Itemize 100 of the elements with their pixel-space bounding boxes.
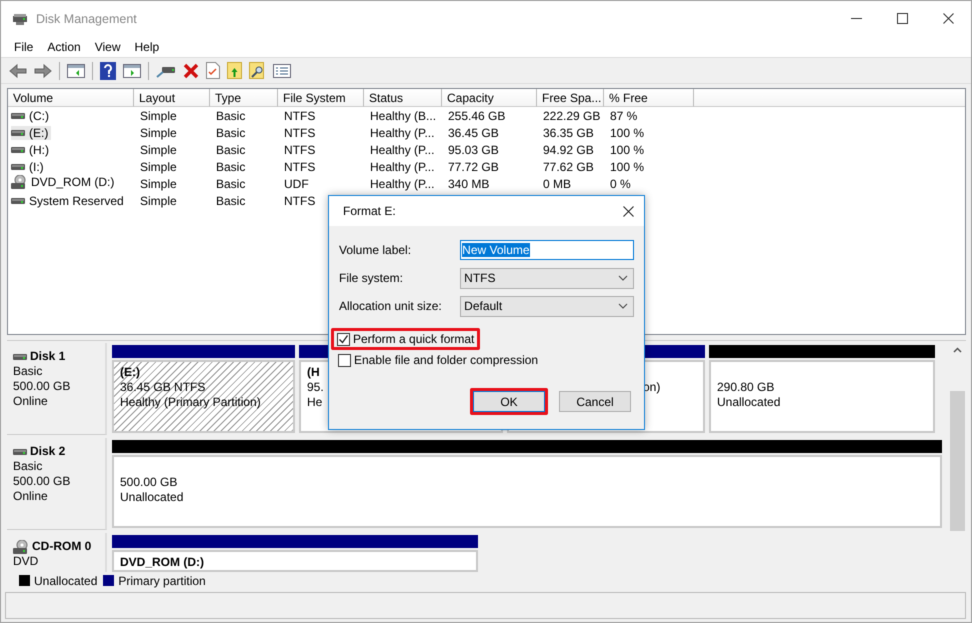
dropdown[interactable]: Default — [460, 296, 634, 316]
close-icon[interactable] — [623, 206, 634, 216]
help-icon[interactable] — [100, 62, 116, 80]
checkbox-label: Perform a quick format — [353, 332, 474, 346]
app-icon — [12, 12, 28, 26]
table-cell: Basic — [216, 142, 246, 156]
table-cell: 94.92 GB — [543, 142, 594, 156]
table-cell: Basic — [216, 194, 246, 208]
table-cell: Basic — [216, 108, 246, 122]
table-cell: NTFS — [284, 108, 316, 122]
disk-name: Disk 1 — [30, 349, 66, 364]
drive-name[interactable]: (C:) — [11, 108, 52, 122]
dialog-button[interactable]: OK — [473, 391, 545, 412]
close-icon[interactable] — [943, 13, 954, 24]
partition-text: Unallocated — [717, 395, 782, 410]
column-header[interactable]: File System — [278, 89, 364, 107]
checkbox[interactable] — [337, 332, 350, 346]
table-cell: 100 % — [610, 142, 644, 156]
disk-label-panel[interactable]: Disk 2 Basic 500.00 GB Online — [7, 438, 107, 530]
folder-search-icon[interactable] — [249, 62, 266, 79]
delete-icon[interactable] — [183, 62, 199, 78]
partition-text: 500.00 GB — [120, 475, 178, 490]
back-arrow-icon[interactable] — [9, 62, 27, 78]
disk-info: 500.00 GB — [13, 474, 72, 489]
column-header[interactable]: Volume — [8, 89, 134, 107]
column-header[interactable]: Capacity — [442, 89, 537, 107]
disk-info: Basic — [13, 459, 44, 474]
menu-item[interactable]: File — [7, 40, 40, 54]
partition-box[interactable]: (E:) 36.45 GB NTFS Healthy (Primary Partition) — [112, 360, 295, 433]
table-cell: 77.62 GB — [543, 160, 594, 174]
chevron-down-icon — [618, 303, 628, 309]
dialog-button[interactable]: Cancel — [559, 391, 631, 412]
drive-name[interactable]: (H:) — [11, 142, 52, 156]
partition-name: (H — [307, 365, 321, 380]
partition-box[interactable]: DVD_ROM (D:) — [112, 550, 478, 572]
properties-icon[interactable] — [273, 64, 291, 78]
table-cell: Healthy (P... — [370, 142, 434, 156]
menu-item[interactable]: Action — [40, 40, 88, 54]
partition-text: Healthy (Primary Partition) — [120, 395, 262, 410]
disk-info: Online — [13, 394, 49, 409]
table-cell: Healthy (P... — [370, 126, 434, 140]
input-field[interactable]: New Volume — [460, 240, 634, 260]
scroll-up-icon[interactable] — [953, 347, 962, 353]
table-cell: 100 % — [610, 160, 644, 174]
menu-item[interactable]: View — [88, 40, 128, 54]
drive-icon — [11, 162, 25, 170]
table-cell: 0 MB — [543, 176, 572, 190]
drive-icon — [11, 146, 25, 154]
disk-info: Online — [13, 489, 49, 504]
table-cell: 100 % — [610, 126, 644, 140]
table-cell: UDF — [284, 176, 309, 190]
table-cell: Basic — [216, 160, 246, 174]
menu-item[interactable]: Help — [128, 40, 166, 54]
partition-box[interactable]: 500.00 GB Unallocated — [112, 455, 942, 528]
disk-label-panel[interactable]: Disk 1 Basic 500.00 GB Online — [7, 343, 107, 435]
legend-label: Unallocated — [34, 574, 98, 588]
field-label: Allocation unit size: — [339, 299, 443, 313]
drive-name[interactable]: DVD_ROM (D:) — [11, 175, 118, 189]
table-cell: Simple — [140, 142, 177, 156]
table-cell: 36.35 GB — [543, 126, 594, 140]
table-cell: Simple — [140, 108, 177, 122]
dialog-title: Format E: — [343, 204, 396, 218]
table-cell: 222.29 GB — [543, 108, 600, 122]
cd-drive-icon — [13, 540, 29, 554]
folder-up-icon[interactable] — [227, 62, 242, 79]
table-cell: 255.46 GB — [448, 108, 506, 122]
checkbox[interactable] — [338, 354, 351, 366]
column-header[interactable]: Status — [364, 89, 442, 107]
partition-box[interactable]: 290.80 GB Unallocated — [709, 360, 935, 433]
table-cell: Healthy (P... — [370, 160, 434, 174]
partition-text: Unallocated — [120, 490, 184, 505]
table-cell: NTFS — [284, 126, 316, 140]
disk-info: 500.00 GB — [13, 379, 72, 394]
partition-text: 36.45 GB NTFS — [120, 380, 206, 395]
disk-info: DVD — [13, 554, 40, 569]
dropdown[interactable]: NTFS — [460, 268, 634, 288]
chevron-down-icon — [618, 275, 628, 281]
partition-name: DVD_ROM (D:) — [120, 555, 205, 570]
document-check-icon[interactable] — [206, 62, 220, 79]
panel-icon[interactable] — [67, 64, 85, 78]
column-header[interactable]: Type — [210, 89, 278, 107]
drive-name[interactable]: (I:) — [11, 160, 47, 174]
table-cell: NTFS — [284, 194, 316, 208]
drive-name[interactable]: System Reserved — [11, 194, 127, 208]
maximize-icon[interactable] — [897, 13, 908, 24]
drive-name[interactable]: (E:) — [11, 126, 52, 140]
table-cell: Simple — [140, 126, 177, 140]
partition-text: 95. — [307, 380, 325, 395]
forward-arrow-icon[interactable] — [34, 62, 52, 78]
window-title: Disk Management — [36, 12, 138, 26]
table-cell: 36.45 GB — [448, 126, 499, 140]
column-header[interactable]: Layout — [134, 89, 210, 107]
panel-icon[interactable] — [123, 64, 141, 78]
table-cell: Simple — [140, 176, 177, 190]
disk-name: CD-ROM 0 — [32, 539, 92, 554]
legend-label: Primary partition — [118, 574, 206, 588]
table-cell: 340 MB — [448, 176, 490, 190]
drive-icon — [11, 128, 25, 136]
column-header[interactable]: Free Spa... — [537, 89, 604, 107]
column-header[interactable]: % Free — [604, 89, 694, 107]
